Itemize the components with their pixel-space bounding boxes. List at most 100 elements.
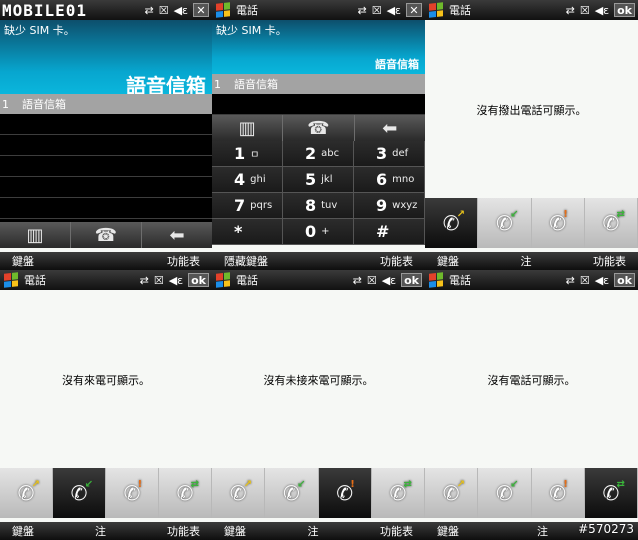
start-icon[interactable] bbox=[4, 272, 18, 288]
softkey-keypad[interactable]: 鍵盤 bbox=[12, 253, 34, 269]
key-8[interactable]: 8 tuv bbox=[283, 193, 354, 219]
softkey-keypad[interactable]: 鍵盤 bbox=[224, 523, 246, 539]
incoming-call-icon: ✆ ↙ bbox=[282, 479, 306, 505]
contacts-button[interactable]: ▥ bbox=[212, 115, 284, 141]
key-letters: jkl bbox=[321, 174, 333, 185]
softkey-note[interactable]: 注 bbox=[95, 523, 106, 539]
keypad-screen: 電話 ⇄ ☒ ◀ε ✕ 缺少 SIM 卡。 語音信箱 1 語音信箱 ▥ ☎ ⬅ … bbox=[212, 0, 425, 270]
empty-message: 沒有來電可顯示。 bbox=[62, 374, 150, 387]
volume-icon: ◀ε bbox=[386, 3, 401, 17]
softkey-keypad[interactable]: 鍵盤 bbox=[437, 523, 459, 539]
key-4[interactable]: 4 ghi bbox=[212, 167, 283, 193]
softkey-bar: 隱藏鍵盤 功能表 bbox=[212, 252, 425, 270]
list-item-index: 1 bbox=[2, 97, 9, 111]
tab-incoming[interactable]: ✆ ↙ bbox=[478, 468, 532, 518]
key-9[interactable]: 9 wxyz bbox=[354, 193, 425, 219]
key-letters: pqrs bbox=[250, 200, 273, 211]
tab-missed[interactable]: ✆! bbox=[531, 468, 585, 518]
status-title: 電話 bbox=[449, 4, 471, 17]
key-1[interactable]: 1ㅁ bbox=[212, 141, 283, 167]
tab-all-calls[interactable]: ✆ ⇄ bbox=[584, 468, 638, 518]
softkey-keypad[interactable]: 鍵盤 bbox=[437, 253, 459, 269]
softkey-bar: 鍵盤 注 功能表 bbox=[0, 522, 212, 540]
key-digit: 8 bbox=[305, 196, 317, 215]
key-digit: 9 bbox=[376, 196, 388, 215]
key-0[interactable]: 0 + bbox=[283, 219, 354, 245]
no-signal-icon: ☒ bbox=[153, 273, 164, 287]
tab-all-calls[interactable]: ✆ ⇄ bbox=[371, 468, 425, 518]
softkey-hide-keypad[interactable]: 隱藏鍵盤 bbox=[224, 253, 268, 269]
incoming-call-icon: ✆ ↙ bbox=[495, 479, 519, 505]
tab-outgoing[interactable]: ✆ ↗ bbox=[425, 198, 479, 248]
key-5[interactable]: 5 jkl bbox=[283, 167, 354, 193]
voicemail-icon: ☎ bbox=[94, 224, 118, 246]
brand-logo: MOBILE01 bbox=[2, 0, 88, 20]
contacts-button[interactable]: ▥ bbox=[0, 222, 71, 248]
softkey-note[interactable]: 注 bbox=[537, 523, 548, 539]
tab-missed[interactable]: ✆! bbox=[531, 198, 585, 248]
tab-outgoing[interactable]: ✆ ↗ bbox=[212, 468, 266, 518]
key-digit: 0 bbox=[305, 222, 317, 241]
close-button[interactable]: ✕ bbox=[193, 3, 209, 17]
tab-missed[interactable]: ✆! bbox=[318, 468, 372, 518]
volume-icon: ◀ε bbox=[168, 273, 184, 287]
tab-incoming[interactable]: ✆ ↙ bbox=[265, 468, 319, 518]
key-3[interactable]: 3 def bbox=[354, 141, 425, 167]
ok-button[interactable]: ok bbox=[614, 3, 635, 17]
tab-all-calls[interactable]: ✆ ⇄ bbox=[159, 468, 212, 518]
start-icon[interactable] bbox=[429, 2, 443, 18]
key-star[interactable]: * bbox=[212, 219, 283, 245]
key-letters: + bbox=[321, 226, 330, 237]
softkey-keypad[interactable]: 鍵盤 bbox=[12, 523, 34, 539]
softkey-menu[interactable]: 功能表 bbox=[380, 253, 413, 269]
tab-outgoing[interactable]: ✆ ↗ bbox=[0, 468, 53, 518]
start-icon[interactable] bbox=[216, 2, 230, 18]
key-2[interactable]: 2 abc bbox=[283, 141, 354, 167]
softkey-bar: 鍵盤 注 功能表 bbox=[425, 252, 638, 270]
dial-action-bar: ▥ ☎ ⬅ bbox=[212, 115, 425, 141]
ok-button[interactable]: ok bbox=[188, 273, 209, 287]
connectivity-icon: ⇄ bbox=[352, 273, 362, 287]
start-icon[interactable] bbox=[216, 272, 230, 288]
start-icon[interactable] bbox=[429, 272, 443, 288]
softkey-menu[interactable]: 功能表 bbox=[167, 523, 200, 539]
list-item-label: 語音信箱 bbox=[234, 78, 278, 91]
tab-incoming[interactable]: ✆ ↙ bbox=[53, 468, 106, 518]
backspace-button[interactable]: ⬅ bbox=[142, 222, 212, 248]
call-log-tabs: ✆ ↗ ✆ ↙ ✆! ✆ ⇄ bbox=[425, 198, 638, 248]
tab-missed[interactable]: ✆! bbox=[106, 468, 159, 518]
softkey-note[interactable]: 注 bbox=[521, 253, 532, 269]
outgoing-call-icon: ✆ ↗ bbox=[442, 479, 466, 505]
close-button[interactable]: ✕ bbox=[406, 3, 422, 17]
list-item-voicemail[interactable]: 1 語音信箱 bbox=[0, 94, 212, 114]
voicemail-button[interactable]: ☎ bbox=[283, 115, 355, 141]
key-letters: tuv bbox=[321, 200, 338, 211]
no-signal-icon: ☒ bbox=[366, 273, 377, 287]
softkey-menu[interactable]: 功能表 bbox=[167, 253, 200, 269]
all-calls-icon: ✆ ⇄ bbox=[176, 479, 199, 505]
key-digit: # bbox=[376, 222, 390, 241]
backspace-icon: ⬅ bbox=[382, 117, 398, 139]
backspace-button[interactable]: ⬅ bbox=[355, 115, 425, 141]
softkey-note[interactable]: 注 bbox=[308, 523, 319, 539]
tab-outgoing[interactable]: ✆ ↗ bbox=[425, 468, 479, 518]
empty-message: 沒有電話可顯示。 bbox=[487, 374, 576, 387]
incoming-call-icon: ✆ ↙ bbox=[495, 209, 519, 235]
tab-incoming[interactable]: ✆ ↙ bbox=[478, 198, 532, 248]
key-digit: 2 bbox=[305, 144, 317, 163]
list-item-voicemail[interactable]: 1 語音信箱 bbox=[212, 74, 425, 94]
key-digit: 5 bbox=[305, 170, 317, 189]
connectivity-icon: ⇄ bbox=[144, 3, 154, 17]
connectivity-icon: ⇄ bbox=[565, 3, 575, 17]
ok-button[interactable]: ok bbox=[401, 273, 422, 287]
missed-call-icon: ✆! bbox=[549, 209, 568, 235]
ok-button[interactable]: ok bbox=[614, 273, 635, 287]
all-calls-icon: ✆ ⇄ bbox=[602, 209, 625, 235]
key-7[interactable]: 7 pqrs bbox=[212, 193, 283, 219]
softkey-menu[interactable]: 功能表 bbox=[593, 253, 626, 269]
tab-all-calls[interactable]: ✆ ⇄ bbox=[584, 198, 638, 248]
softkey-menu[interactable]: 功能表 bbox=[380, 523, 413, 539]
key-hash[interactable]: # bbox=[354, 219, 425, 245]
voicemail-button[interactable]: ☎ bbox=[71, 222, 142, 248]
key-6[interactable]: 6 mno bbox=[354, 167, 425, 193]
